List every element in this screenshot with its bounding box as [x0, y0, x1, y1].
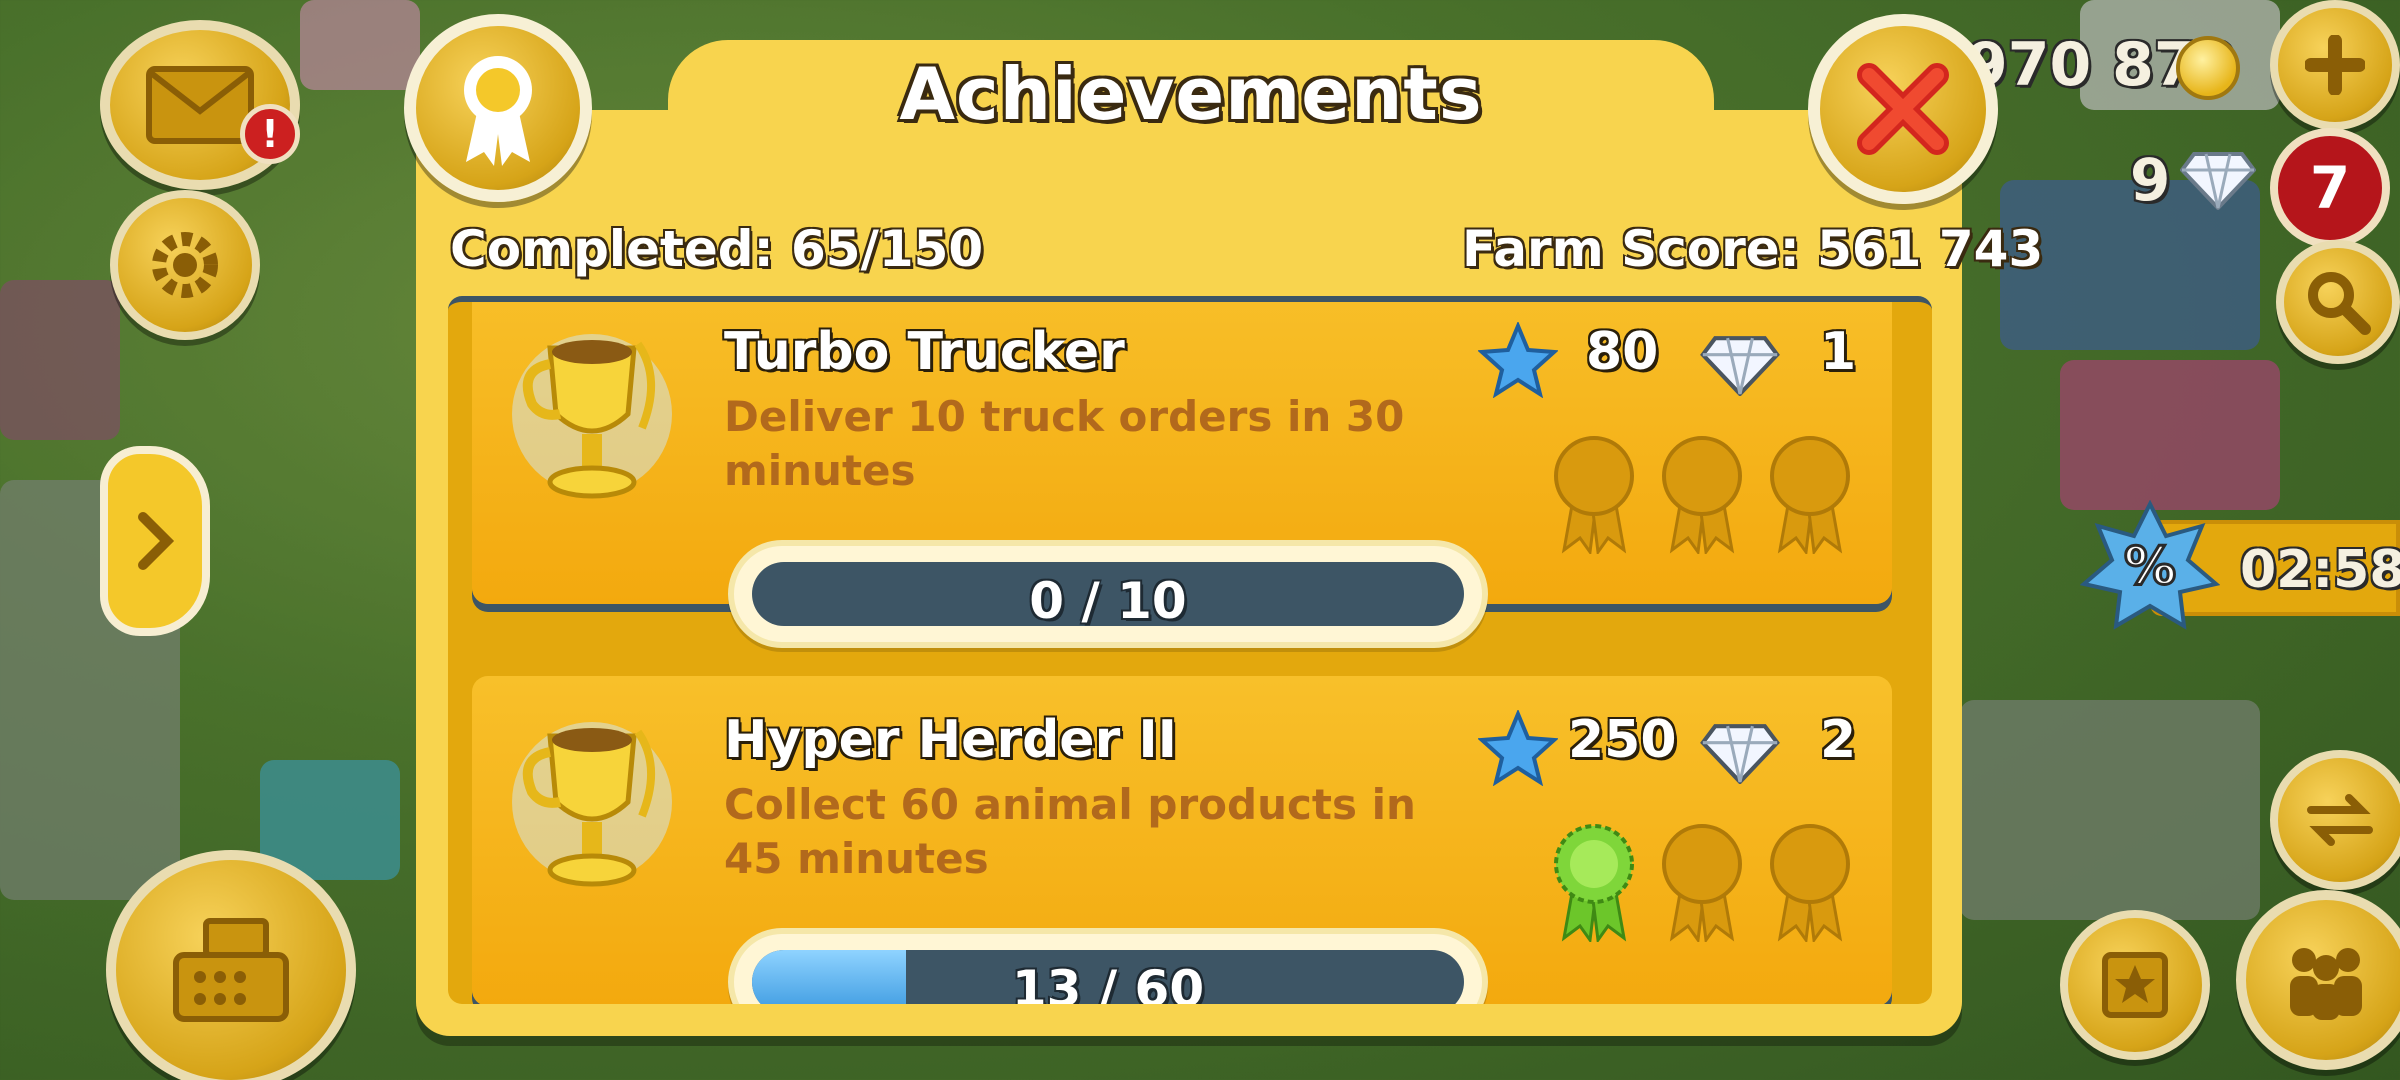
transport-button[interactable]: [2270, 750, 2400, 890]
completed-count: Completed: 65/150: [450, 220, 984, 278]
progress-track: 0 / 10: [752, 562, 1464, 626]
buy-coins-button[interactable]: [2270, 0, 2400, 130]
panel-title: Achievements: [899, 52, 1483, 136]
expand-side-menu-button[interactable]: [100, 446, 210, 636]
ribbon-empty-icon: [1770, 436, 1850, 554]
achievement-title: Hyper Herder II: [724, 710, 1178, 770]
achievement-description: Collect 60 animal products in 45 minutes: [724, 780, 1416, 883]
envelope-icon: [146, 66, 254, 144]
farm-score: Farm Score: 561 743: [1462, 220, 2044, 278]
magnifier-icon: [2308, 272, 2371, 335]
progress-track: 13 / 60: [752, 950, 1464, 1004]
ribbon-empty-icon: [1554, 436, 1634, 554]
roadside-shop-button[interactable]: [106, 850, 356, 1080]
xp-reward: 80: [1586, 322, 1659, 382]
achievements-list[interactable]: Turbo Trucker Deliver 10 truck orders in…: [448, 296, 1932, 1004]
achievement-card: Turbo Trucker Deliver 10 truck orders in…: [472, 302, 1892, 648]
gear-icon: [152, 232, 218, 298]
diamond-icon: [2180, 152, 2256, 210]
diamond-reward: 2: [1820, 710, 1857, 770]
decorations-button[interactable]: [2060, 910, 2210, 1060]
chevron-right-icon: [138, 512, 175, 570]
cash-register-icon: [173, 918, 289, 1022]
ribbon-earned-icon: [1554, 824, 1634, 942]
achievements-ribbon-badge: [404, 14, 592, 202]
progress-text: 0 / 10: [1029, 572, 1187, 626]
close-button[interactable]: [1808, 14, 1998, 204]
diamond-count: 9: [2130, 146, 2171, 214]
search-button[interactable]: [2276, 240, 2400, 364]
ribbon-empty-icon: [1662, 436, 1742, 554]
xp-star-icon: [1478, 710, 1558, 786]
trophy-icon: [512, 722, 672, 887]
award-ribbon-icon: [464, 56, 532, 166]
swap-arrows-icon: [2307, 794, 2373, 846]
settings-button[interactable]: [110, 190, 260, 340]
svg-text:%: %: [2124, 537, 2176, 597]
achievement-card: Hyper Herder II Collect 60 animal produc…: [472, 676, 1892, 1004]
achievement-description: Deliver 10 truck orders in 30 minutes: [724, 392, 1405, 495]
xp-star-icon: [1478, 322, 1558, 398]
diamond-reward-icon: [1700, 724, 1780, 784]
star-card-icon: [2102, 952, 2168, 1018]
achievement-title: Turbo Trucker: [724, 322, 1125, 382]
progress-bar: 13 / 60: [728, 928, 1488, 1004]
plus-icon: [2305, 35, 2365, 95]
ribbon-empty-icon: [1770, 824, 1850, 942]
sale-timer: 02:58: [2240, 540, 2400, 600]
xp-reward: 250: [1568, 710, 1677, 770]
diamond-reward: 1: [1820, 322, 1857, 382]
trophy-icon: [512, 334, 672, 499]
close-icon: [1857, 63, 1949, 155]
notification-badge[interactable]: 7: [2270, 128, 2390, 248]
diamond-reward-icon: [1700, 336, 1780, 396]
progress-text: 13 / 60: [1011, 960, 1205, 1004]
ribbon-empty-icon: [1662, 824, 1742, 942]
coin-icon: [2176, 36, 2240, 100]
progress-bar: 0 / 10: [728, 540, 1488, 648]
mail-alert-badge: !: [240, 104, 300, 164]
discount-diamond-icon: %: [2080, 500, 2220, 630]
people-icon: [2290, 948, 2362, 1020]
